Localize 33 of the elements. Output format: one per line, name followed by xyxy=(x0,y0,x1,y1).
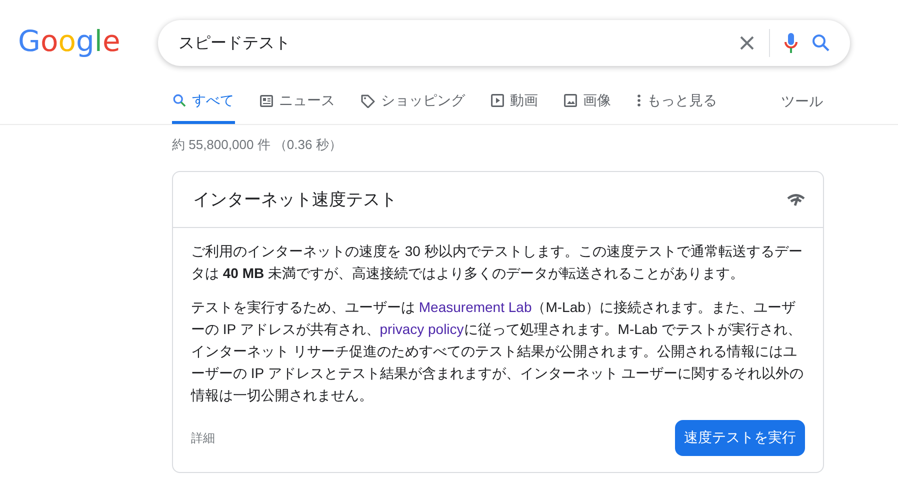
close-icon[interactable] xyxy=(739,35,756,51)
tab[interactable]: もっと見る xyxy=(636,80,718,124)
tab[interactable]: ニュース xyxy=(259,80,336,124)
tab-label: ニュース xyxy=(279,92,335,110)
newspaper-icon xyxy=(260,94,273,106)
tab[interactable]: 動画 xyxy=(490,80,539,124)
wifi-icon xyxy=(787,193,805,206)
search-icon[interactable] xyxy=(812,34,830,52)
tab[interactable]: ショッピング xyxy=(360,80,466,124)
tab-label: 動画 xyxy=(510,92,538,110)
more-icon xyxy=(637,94,641,107)
play-icon xyxy=(491,94,504,107)
link[interactable]: Measurement Lab xyxy=(418,299,532,315)
result-stats: 約 55,800,000 件 （0.36 秒） xyxy=(172,136,343,154)
run-speed-test-button[interactable]: 速度テストを実行 xyxy=(675,420,805,456)
tab-label: 画像 xyxy=(583,92,611,110)
intro-text: ご利用のインターネットの速度を 30 秒以内でテストします。この速度テストで通常転送するデータは 40 MB 未満ですが、高速接続ではより多くのデータが転送されることがあります。 xyxy=(191,242,804,283)
tab-label: すべて xyxy=(192,92,234,110)
link[interactable]: privacy policy xyxy=(380,321,464,337)
notice-text: テストを実行するため、ユーザーは Measurement Lab（M-Lab）に接続されます。また、ユーザーの IP アドレスが共有され、privacy policyに従って処理されます。M-Lab でテストが実行され、インターネット リサーチ促進のためすべてのテスト結果が公開されます。公開される情報にはユーザーの IP アドレスとテスト結果が含まれますが、インターネット ユーザーに関するそれ以外の情報は一切公開されません。 xyxy=(191,298,805,405)
details-link[interactable]: 詳細 xyxy=(191,430,215,446)
tab-label: ショッピング xyxy=(381,92,465,110)
tab[interactable]: 画像 xyxy=(563,80,612,124)
tag-icon xyxy=(361,94,375,108)
search-icon xyxy=(173,94,186,107)
image-icon xyxy=(564,94,577,107)
card-title: インターネット速度テスト xyxy=(193,189,397,211)
google-logo[interactable]: Google xyxy=(16,21,122,63)
tools-tab[interactable]: ツール xyxy=(781,80,823,124)
microphone-icon[interactable] xyxy=(784,32,798,54)
tab-label: もっと見る xyxy=(647,92,717,110)
tab[interactable]: すべて xyxy=(172,80,235,124)
search-field[interactable]: スピードテスト xyxy=(178,34,726,52)
